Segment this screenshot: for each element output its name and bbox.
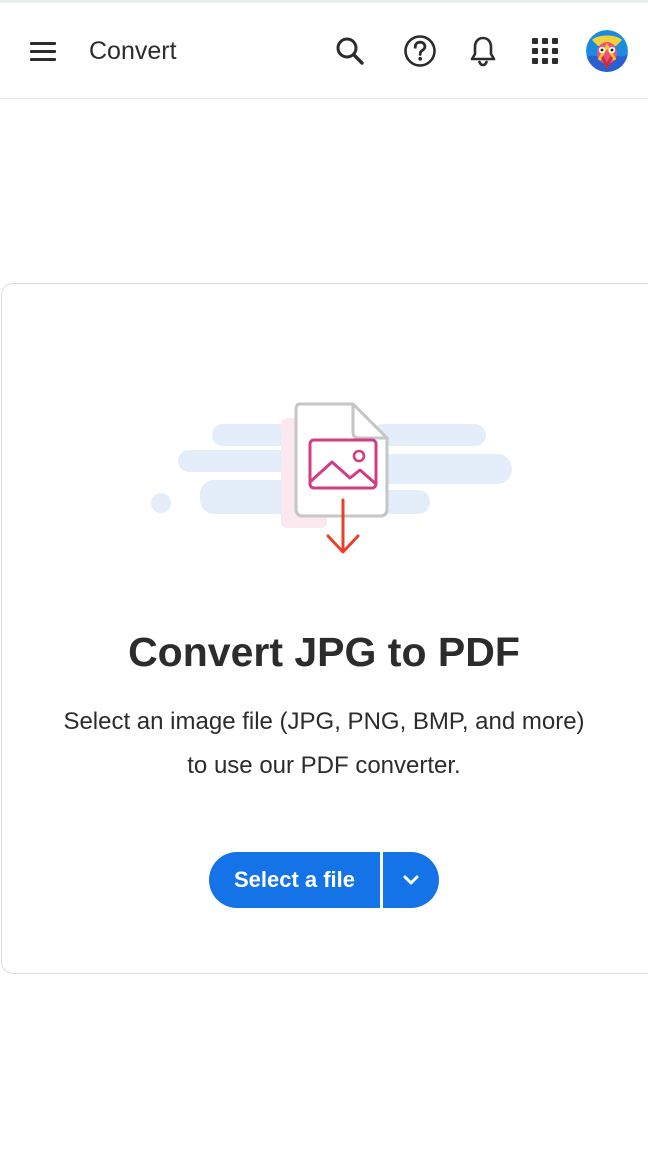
- card-description: Select an image file (JPG, PNG, BMP, and…: [24, 700, 624, 788]
- apps-grid-icon: [532, 38, 558, 64]
- description-line-1: Select an image file (JPG, PNG, BMP, and…: [63, 708, 585, 735]
- help-button[interactable]: [400, 31, 440, 71]
- illustration-graphic: [151, 402, 512, 554]
- select-file-dropdown-button[interactable]: [383, 852, 439, 908]
- avatar-image: [586, 30, 628, 72]
- menu-icon: [30, 42, 56, 61]
- description-line-2: to use our PDF converter.: [187, 752, 461, 779]
- avatar[interactable]: [586, 30, 628, 72]
- image-file-download-icon: [148, 396, 518, 562]
- search-icon: [336, 37, 364, 65]
- search-button[interactable]: [330, 31, 370, 71]
- app-title: Convert: [89, 37, 177, 65]
- chevron-down-icon: [403, 875, 419, 885]
- apps-button[interactable]: [525, 31, 565, 71]
- app-header: Convert: [0, 3, 648, 99]
- select-file-split-button: Select a file: [209, 852, 439, 908]
- notifications-button[interactable]: [463, 31, 503, 71]
- card-title: Convert JPG to PDF: [128, 629, 520, 675]
- bell-icon: [470, 36, 496, 67]
- help-icon: [404, 35, 436, 67]
- select-file-button[interactable]: Select a file: [209, 852, 380, 908]
- menu-button[interactable]: [24, 31, 62, 71]
